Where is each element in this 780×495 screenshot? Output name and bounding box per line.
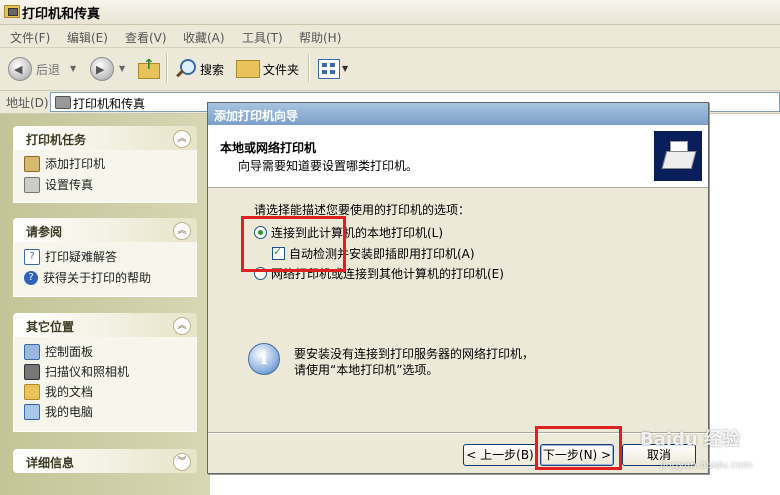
folders-icon[interactable] xyxy=(236,60,260,78)
wizard-titlebar[interactable]: 添加打印机向导 xyxy=(208,103,708,125)
wizard-heading: 本地或网络打印机 xyxy=(220,141,317,155)
forward-dropdown-icon[interactable]: ▼ xyxy=(119,64,125,73)
wizard-body: 请选择能描述您要使用的打印机的选项： 连接到此计算机的本地打印机(L) 自动检测… xyxy=(208,188,708,473)
wizard-header: 本地或网络打印机 向导需要知道要设置哪类打印机。 xyxy=(208,125,708,188)
see-also-title: 请参阅 xyxy=(26,225,63,239)
menu-file[interactable]: 文件(F) xyxy=(10,29,50,46)
radio-local-printer[interactable]: 连接到此计算机的本地打印机(L) xyxy=(254,224,443,241)
other-places-header[interactable]: 其它位置 ︽ xyxy=(13,313,197,337)
camera-icon xyxy=(24,363,40,380)
checkbox-autodetect[interactable]: 自动检测并安装即插即用打印机(A) xyxy=(272,245,475,262)
checkbox-checked-icon[interactable] xyxy=(272,245,285,260)
task-print-troubleshoot[interactable]: ? 打印疑难解答 xyxy=(24,248,117,266)
watermark-logo: Baidu 经验 xyxy=(640,429,741,450)
watermark-url: jingyan.baidu.com xyxy=(660,460,753,471)
menu-tools[interactable]: 工具(T) xyxy=(242,29,283,46)
info-icon: i xyxy=(248,343,280,375)
printer-tasks-panel: 打印机任务 ︽ 添加打印机 设置传真 xyxy=(13,126,197,203)
window-titlebar: 打印机和传真 xyxy=(0,0,780,25)
printer-folder-icon xyxy=(4,5,20,18)
wizard-title: 添加打印机向导 xyxy=(214,109,299,123)
menu-help[interactable]: 帮助(H) xyxy=(299,29,341,46)
radio-selected-icon[interactable] xyxy=(254,226,267,239)
next-button[interactable]: 下一步(N) > xyxy=(540,444,614,466)
printer-folder-icon xyxy=(55,96,71,109)
see-also-header[interactable]: 请参阅 ︽ xyxy=(13,218,197,242)
up-folder-icon[interactable]: ↑ xyxy=(138,57,160,79)
menu-edit[interactable]: 编辑(E) xyxy=(67,29,108,46)
radio-unselected-icon[interactable] xyxy=(254,267,267,280)
printer-icon xyxy=(654,131,702,181)
task-setup-fax[interactable]: 设置传真 xyxy=(24,176,93,194)
documents-folder-icon xyxy=(24,383,40,400)
views-dropdown-icon[interactable]: ▼ xyxy=(342,64,348,73)
info-text-line1: 要安装没有连接到打印服务器的网络打印机， xyxy=(294,347,535,361)
back-button-label[interactable]: 后退 xyxy=(36,61,60,78)
back-arrow-icon[interactable]: ◀ xyxy=(8,57,32,81)
details-title: 详细信息 xyxy=(26,456,75,470)
printer-tasks-header[interactable]: 打印机任务 ︽ xyxy=(13,126,197,150)
place-my-documents[interactable]: 我的文档 xyxy=(24,383,93,401)
menu-favorites[interactable]: 收藏(A) xyxy=(183,29,225,46)
views-icon[interactable] xyxy=(318,59,340,79)
menu-bar: 文件(F) 编辑(E) 查看(V) 收藏(A) 工具(T) 帮助(H) xyxy=(0,25,780,48)
control-panel-icon xyxy=(24,343,40,360)
task-print-help[interactable]: ? 获得关于打印的帮助 xyxy=(24,269,151,287)
place-scanners-cameras[interactable]: 扫描仪和照相机 xyxy=(24,363,129,381)
details-header[interactable]: 详细信息 ︾ xyxy=(13,449,197,473)
search-icon[interactable] xyxy=(174,58,196,80)
window-title: 打印机和传真 xyxy=(22,7,101,22)
address-label: 地址(D) xyxy=(6,96,49,110)
expand-chevron-icon[interactable]: ︾ xyxy=(173,453,191,471)
other-places-title: 其它位置 xyxy=(26,320,75,334)
menu-view[interactable]: 查看(V) xyxy=(125,29,167,46)
address-value: 打印机和传真 xyxy=(73,97,146,111)
wizard-prompt: 请选择能描述您要使用的打印机的选项： xyxy=(254,203,471,217)
place-control-panel[interactable]: 控制面板 xyxy=(24,343,93,361)
back-dropdown-icon[interactable]: ▼ xyxy=(70,64,76,73)
help-book-icon: ? xyxy=(24,248,40,265)
folders-button-label[interactable]: 文件夹 xyxy=(263,61,299,78)
wizard-subheading: 向导需要知道要设置哪类打印机。 xyxy=(238,159,419,173)
add-printer-wizard-dialog: 添加打印机向导 本地或网络打印机 向导需要知道要设置哪类打印机。 请选择能描述您… xyxy=(207,102,709,474)
forward-arrow-icon[interactable]: ▶ xyxy=(90,57,114,81)
add-printer-icon xyxy=(24,155,40,172)
back-button[interactable]: < 上一步(B) xyxy=(463,444,537,466)
task-add-printer[interactable]: 添加打印机 xyxy=(24,155,105,173)
details-panel: 详细信息 ︾ xyxy=(13,449,197,473)
see-also-panel: 请参阅 ︽ ? 打印疑难解答 ? 获得关于打印的帮助 xyxy=(13,218,197,297)
computer-icon xyxy=(24,403,40,420)
collapse-chevron-icon[interactable]: ︽ xyxy=(173,317,191,335)
place-my-computer[interactable]: 我的电脑 xyxy=(24,403,93,421)
task-pane: 打印机任务 ︽ 添加打印机 设置传真 请参阅 ︽ ? 打印疑难解答 ? 获得关于打印… xyxy=(0,114,210,495)
radio-network-printer[interactable]: 网络打印机或连接到其他计算机的打印机(E) xyxy=(254,265,504,282)
search-button-label[interactable]: 搜索 xyxy=(200,61,224,78)
printer-tasks-title: 打印机任务 xyxy=(26,133,87,147)
collapse-chevron-icon[interactable]: ︽ xyxy=(173,222,191,240)
help-icon: ? xyxy=(24,270,38,285)
toolbar: ◀ 后退 ▼ ▶ ▼ ↑ 搜索 文件夹 ▼ xyxy=(0,48,780,91)
collapse-chevron-icon[interactable]: ︽ xyxy=(173,130,191,148)
other-places-panel: 其它位置 ︽ 控制面板 扫描仪和照相机 我的文档 我的电脑 xyxy=(13,313,197,432)
fax-icon xyxy=(24,176,40,193)
info-text-line2: 请使用“本地打印机”选项。 xyxy=(294,363,439,377)
